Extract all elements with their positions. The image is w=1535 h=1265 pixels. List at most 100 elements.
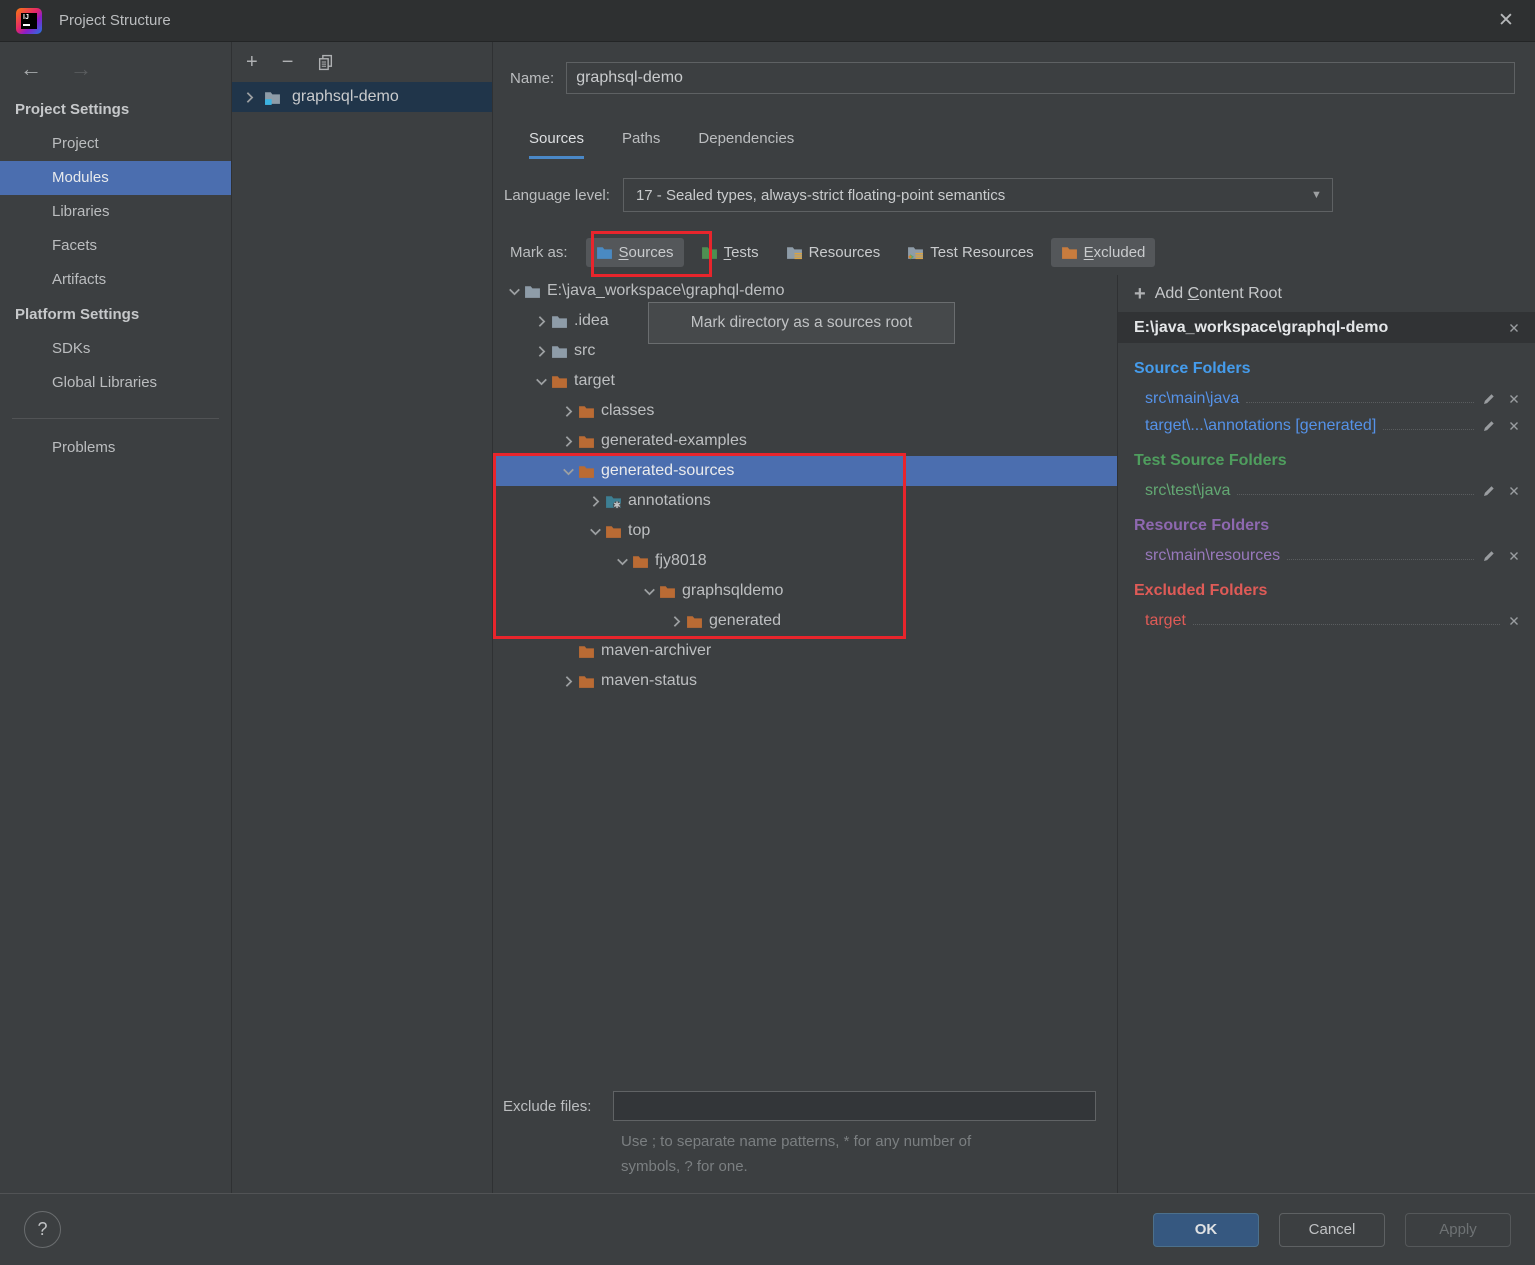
chevron-down-icon[interactable] [505, 282, 524, 301]
mark-as-button-label: Sources [619, 244, 674, 261]
tab-sources[interactable]: Sources [529, 130, 584, 159]
tree-row-maven-status[interactable]: maven-status [493, 666, 1117, 696]
sidebar-item-problems[interactable]: Problems [0, 431, 231, 465]
chevron-down-icon[interactable] [586, 522, 605, 541]
apply-button[interactable]: Apply [1405, 1213, 1511, 1247]
tree-row-label: fjy8018 [655, 552, 707, 570]
chevron-right-icon[interactable] [586, 492, 605, 511]
sidebar-section-header: Platform Settings [0, 297, 231, 332]
folder-entry[interactable]: src\main\resources [1134, 542, 1521, 569]
copy-icon[interactable] [317, 54, 334, 71]
chevron-right-icon[interactable] [532, 312, 551, 331]
tree-row-label: generated-examples [601, 432, 747, 450]
tree-row-fjy8018[interactable]: fjy8018 [493, 546, 1117, 576]
folder-entry[interactable]: src\main\java [1134, 385, 1521, 412]
mark-as-label: Mark as: [510, 244, 568, 261]
chevron-right-icon[interactable] [559, 672, 578, 691]
remove-folder-icon[interactable] [1507, 614, 1521, 628]
tree-row-label: generated [709, 612, 781, 630]
section-header-excluded-folders: Excluded Folders [1134, 582, 1521, 600]
sidebar-item-artifacts[interactable]: Artifacts [0, 263, 231, 297]
folder-orange-icon [578, 403, 595, 420]
mark-as-button-label: Resources [809, 244, 881, 261]
ok-button[interactable]: OK [1153, 1213, 1259, 1247]
help-button[interactable]: ? [24, 1211, 61, 1248]
tree-row-label: graphsqldemo [682, 582, 783, 600]
tree-row-label: E:\java_workspace\graphql-demo [547, 282, 784, 300]
add-icon[interactable]: + [246, 52, 258, 72]
remove-folder-icon[interactable] [1507, 549, 1521, 563]
tree-row-graphsqldemo[interactable]: graphsqldemo [493, 576, 1117, 606]
exclude-files-input[interactable] [613, 1091, 1096, 1121]
chevron-right-icon [559, 642, 578, 661]
chevron-right-icon[interactable] [559, 402, 578, 421]
mark-as-button-label: Test Resources [930, 244, 1033, 261]
remove-folder-icon[interactable] [1507, 392, 1521, 406]
mark-as-sources-button[interactable]: Sources [586, 238, 684, 267]
edit-pencil-icon[interactable] [1481, 418, 1497, 434]
folder-path: target\...\annotations [generated] [1145, 417, 1376, 435]
tree-row-generated-sources[interactable]: generated-sources [493, 456, 1117, 486]
content-root-tree: E:\java_workspace\graphql-demo.ideasrcta… [493, 275, 1117, 1090]
mark-as-test-resources-button[interactable]: Test Resources [897, 238, 1043, 267]
back-arrow-icon[interactable]: ← [20, 58, 42, 80]
project-structure-dialog: IJ Project Structure ✕ ← → Project Setti… [0, 0, 1535, 1265]
svg-text:✱: ✱ [613, 500, 621, 510]
tree-row-classes[interactable]: classes [493, 396, 1117, 426]
sidebar-item-facets[interactable]: Facets [0, 229, 231, 263]
edit-pencil-icon[interactable] [1481, 548, 1497, 564]
intellij-idea-logo-icon: IJ [16, 8, 42, 34]
titlebar: IJ Project Structure ✕ [0, 0, 1535, 42]
close-icon[interactable]: ✕ [1477, 0, 1535, 42]
chevron-down-icon[interactable] [532, 372, 551, 391]
tree-row-label: top [628, 522, 650, 540]
tree-row-label: maven-archiver [601, 642, 711, 660]
edit-pencil-icon[interactable] [1481, 483, 1497, 499]
tree-row-maven-archiver[interactable]: maven-archiver [493, 636, 1117, 666]
add-content-root-button[interactable]: + Add Content Root [1118, 275, 1535, 312]
sidebar-item-libraries[interactable]: Libraries [0, 195, 231, 229]
chevron-right-icon[interactable] [559, 432, 578, 451]
module-folder-icon [264, 89, 281, 106]
tree-row-generated[interactable]: generated [493, 606, 1117, 636]
folder-path: src\main\java [1145, 390, 1239, 408]
chevron-down-icon[interactable] [640, 582, 659, 601]
remove-folder-icon[interactable] [1507, 419, 1521, 433]
edit-pencil-icon[interactable] [1481, 391, 1497, 407]
remove-content-root-icon[interactable] [1507, 321, 1521, 335]
folder-entry[interactable]: src\test\java [1134, 477, 1521, 504]
dotted-leader [1383, 429, 1474, 430]
content-root-row[interactable]: E:\java_workspace\graphql-demo [1118, 312, 1535, 343]
mark-as-resources-button[interactable]: Resources [776, 238, 891, 267]
folder-orange-icon [578, 643, 595, 660]
sidebar-item-project[interactable]: Project [0, 127, 231, 161]
chevron-right-icon[interactable] [240, 88, 259, 107]
mark-as-tests-button[interactable]: Tests [691, 238, 769, 267]
folder-entry[interactable]: target\...\annotations [generated] [1134, 412, 1521, 439]
sidebar-section-header: Project Settings [0, 92, 231, 127]
tests-folder-icon [701, 244, 718, 261]
language-level-select[interactable]: 17 - Sealed types, always-strict floatin… [623, 178, 1333, 212]
excluded-folder-icon [1061, 244, 1078, 261]
chevron-down-icon[interactable] [559, 462, 578, 481]
tree-row-annotations[interactable]: ✱annotations [493, 486, 1117, 516]
remove-icon[interactable]: − [282, 52, 294, 72]
folder-entry[interactable]: target [1134, 607, 1521, 634]
module-name-input[interactable] [566, 62, 1515, 94]
cancel-button[interactable]: Cancel [1279, 1213, 1385, 1247]
remove-folder-icon[interactable] [1507, 484, 1521, 498]
tree-row-target[interactable]: target [493, 366, 1117, 396]
sidebar-item-global-libraries[interactable]: Global Libraries [0, 366, 231, 400]
tree-row-label: src [574, 342, 595, 360]
module-list-item[interactable]: graphsql-demo [232, 82, 492, 112]
chevron-right-icon[interactable] [667, 612, 686, 631]
chevron-down-icon[interactable] [613, 552, 632, 571]
tree-row-top[interactable]: top [493, 516, 1117, 546]
sidebar-item-modules[interactable]: Modules [0, 161, 231, 195]
chevron-right-icon[interactable] [532, 342, 551, 361]
mark-as-excluded-button[interactable]: Excluded [1051, 238, 1156, 267]
tab-dependencies[interactable]: Dependencies [698, 130, 794, 159]
tab-paths[interactable]: Paths [622, 130, 660, 159]
sidebar-item-sdks[interactable]: SDKs [0, 332, 231, 366]
tree-row-generated-examples[interactable]: generated-examples [493, 426, 1117, 456]
